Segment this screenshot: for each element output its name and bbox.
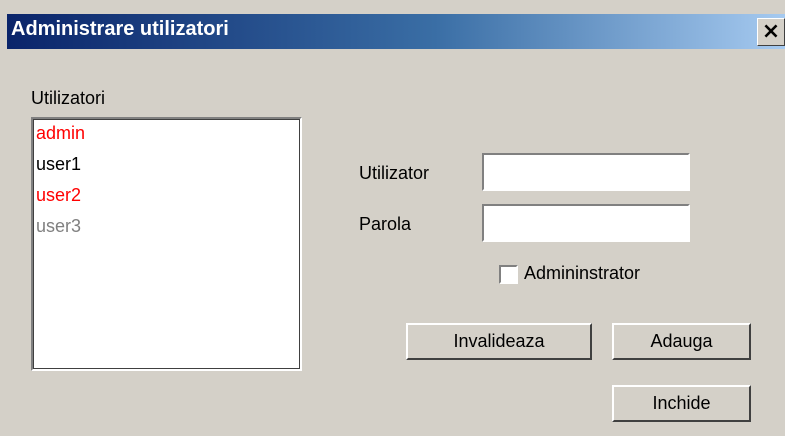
- close-button[interactable]: Inchide: [612, 385, 751, 422]
- users-listbox[interactable]: admin user1 user2 user3: [31, 117, 302, 371]
- list-item-user2[interactable]: user2: [36, 185, 81, 206]
- admin-checkbox[interactable]: [499, 265, 518, 284]
- list-item-user3[interactable]: user3: [36, 216, 81, 237]
- title-bar: Administrare utilizatori: [7, 14, 785, 49]
- admin-checkbox-label: Admininstrator: [524, 263, 641, 283]
- invalidate-button[interactable]: Invalideaza: [406, 323, 592, 360]
- list-item-user1[interactable]: user1: [36, 154, 81, 175]
- add-button[interactable]: Adauga: [612, 323, 751, 360]
- close-icon[interactable]: ×: [757, 18, 785, 46]
- user-field-label: Utilizator: [359, 163, 430, 183]
- window-title: Administrare utilizatori: [11, 18, 229, 40]
- user-input[interactable]: [482, 153, 690, 191]
- list-item-admin[interactable]: admin: [36, 123, 85, 144]
- password-field-label: Parola: [359, 214, 412, 234]
- password-input[interactable]: [482, 204, 690, 242]
- users-label: Utilizatori: [31, 88, 106, 108]
